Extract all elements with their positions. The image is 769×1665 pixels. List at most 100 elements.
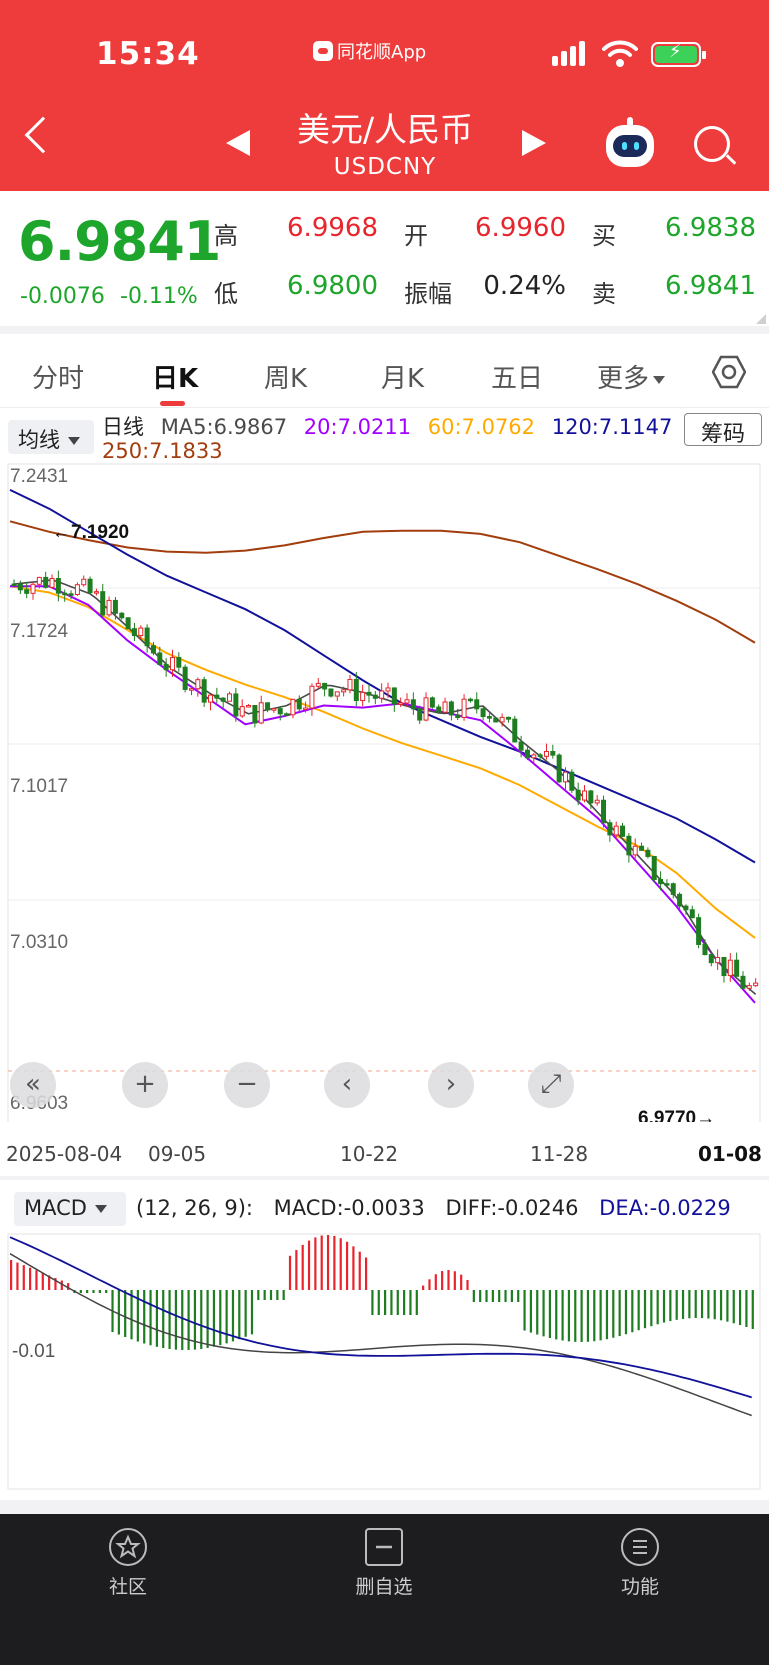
candle-body [448, 701, 454, 716]
candle-body [391, 687, 397, 705]
candle-body [239, 706, 245, 717]
candle-body [467, 698, 473, 702]
tab-more[interactable]: 更多 [597, 358, 666, 395]
macd-histogram-bar [681, 1290, 685, 1319]
ma5-value: MA5:6.9867 [160, 415, 288, 439]
candle-body [651, 855, 657, 880]
tab-daily-k[interactable]: 日K [152, 358, 198, 395]
candle-body [664, 883, 670, 886]
tab-monthly-k[interactable]: 月K [381, 358, 424, 395]
macd-histogram-bar [333, 1235, 336, 1290]
macd-histogram-bar [301, 1244, 304, 1290]
zoom-out-button[interactable]: − [224, 1062, 270, 1108]
macd-histogram-bar [168, 1290, 171, 1350]
macd-histogram-bar [390, 1290, 393, 1315]
macd-histogram-bar [441, 1271, 444, 1290]
candle-body [461, 698, 467, 719]
candle-body [81, 578, 87, 586]
source-app-tag[interactable]: 同花顺App [313, 38, 426, 64]
dea-line [9, 1236, 752, 1399]
candle-body [309, 685, 315, 709]
macd-chart[interactable]: -0.01 [0, 1232, 769, 1494]
x-axis-date-5: 01-08 [698, 1142, 762, 1166]
scroll-right-button[interactable]: › [428, 1062, 474, 1108]
macd-indicator-select[interactable]: MACD [14, 1192, 126, 1226]
chevron-down-icon [94, 1205, 107, 1213]
chip-distribution-button[interactable]: 筹码 [684, 413, 762, 447]
candle-body [417, 708, 423, 721]
candle-body [620, 825, 626, 837]
macd-histogram-bar [314, 1237, 317, 1290]
next-symbol-icon[interactable] [522, 130, 546, 156]
candle-body [670, 883, 676, 895]
nav-community[interactable]: 社区 [68, 1528, 188, 1599]
wifi-icon [602, 40, 638, 67]
tab-five-day[interactable]: 五日 [491, 358, 543, 395]
candle-body [658, 878, 664, 885]
macd-histogram-bar [618, 1290, 621, 1337]
macd-histogram-bar [517, 1290, 520, 1302]
candle-body [150, 645, 156, 654]
period-high-label: ←7.1920 [52, 522, 129, 543]
candle-body [55, 577, 61, 594]
ai-assistant-icon[interactable] [606, 117, 654, 167]
macd-histogram-bar [269, 1290, 273, 1300]
candle-body [227, 693, 233, 702]
macd-histogram-bar [510, 1290, 513, 1302]
macd-histogram-bar [631, 1290, 634, 1333]
candlestick-chart[interactable]: 7.24317.17247.10177.03106.9603←7.19206.9… [0, 462, 769, 1122]
expand-corner-icon[interactable] [756, 314, 766, 324]
candle-body [176, 657, 182, 668]
candle-body [188, 688, 194, 691]
scroll-left-button[interactable]: ‹ [324, 1062, 370, 1108]
candle-body [601, 799, 607, 824]
price-axis-label: 7.1017 [10, 776, 68, 797]
amplitude-label: 振幅 [404, 280, 452, 308]
macd-histogram-bar [491, 1290, 494, 1302]
candle-body [645, 849, 651, 857]
candle-body [246, 705, 252, 708]
zoom-in-button[interactable]: + [122, 1062, 168, 1108]
prev-symbol-icon[interactable] [226, 130, 250, 156]
macd-histogram-bar [358, 1251, 361, 1290]
back-icon[interactable] [24, 116, 62, 154]
scroll-start-button[interactable]: « [10, 1062, 56, 1108]
nav-remove-watchlist[interactable]: 删自选 [324, 1528, 444, 1599]
macd-histogram-bar [92, 1290, 95, 1293]
candle-body [677, 893, 683, 907]
macd-legend: (12, 26, 9): MACD:-0.0033 DIFF:-0.0246 D… [136, 1196, 745, 1220]
candle-body [474, 699, 480, 710]
price-axis-label: 7.1724 [10, 621, 69, 642]
amplitude-value: 0.24% [483, 271, 566, 301]
divider [0, 326, 769, 334]
candle-body [315, 682, 321, 687]
macd-histogram-bar [384, 1290, 387, 1315]
tab-intraday[interactable]: 分时 [32, 358, 84, 395]
candle-body [410, 699, 416, 710]
macd-histogram-bar [41, 1272, 44, 1290]
macd-histogram-bar [130, 1290, 133, 1340]
fullscreen-button[interactable]: ⤢ [528, 1062, 574, 1108]
candle-body [296, 698, 302, 710]
nav-functions-label: 功能 [620, 1576, 659, 1598]
candle-body [360, 691, 366, 702]
macd-histogram-bar [504, 1290, 507, 1302]
macd-histogram-bar [669, 1290, 672, 1322]
divider [0, 1500, 769, 1514]
symbol-code: USDCNY [333, 154, 437, 180]
nav-community-label: 社区 [108, 1576, 147, 1598]
candle-body [252, 705, 258, 724]
settings-icon[interactable] [712, 355, 746, 389]
macd-histogram-bar [479, 1290, 482, 1302]
macd-histogram-bar [105, 1290, 108, 1293]
candle-body [106, 599, 112, 616]
symbol-title: 美元/人民币 [296, 110, 474, 149]
search-icon[interactable] [694, 126, 730, 162]
indicator-select[interactable]: 均线 [8, 420, 94, 454]
price-axis-label: 7.2431 [10, 466, 68, 487]
candle-body [366, 691, 372, 696]
macd-histogram-bar [574, 1290, 577, 1342]
nav-functions[interactable]: 功能 [580, 1528, 700, 1599]
tab-weekly-k[interactable]: 周K [264, 358, 307, 395]
macd-histogram-bar [124, 1290, 127, 1338]
